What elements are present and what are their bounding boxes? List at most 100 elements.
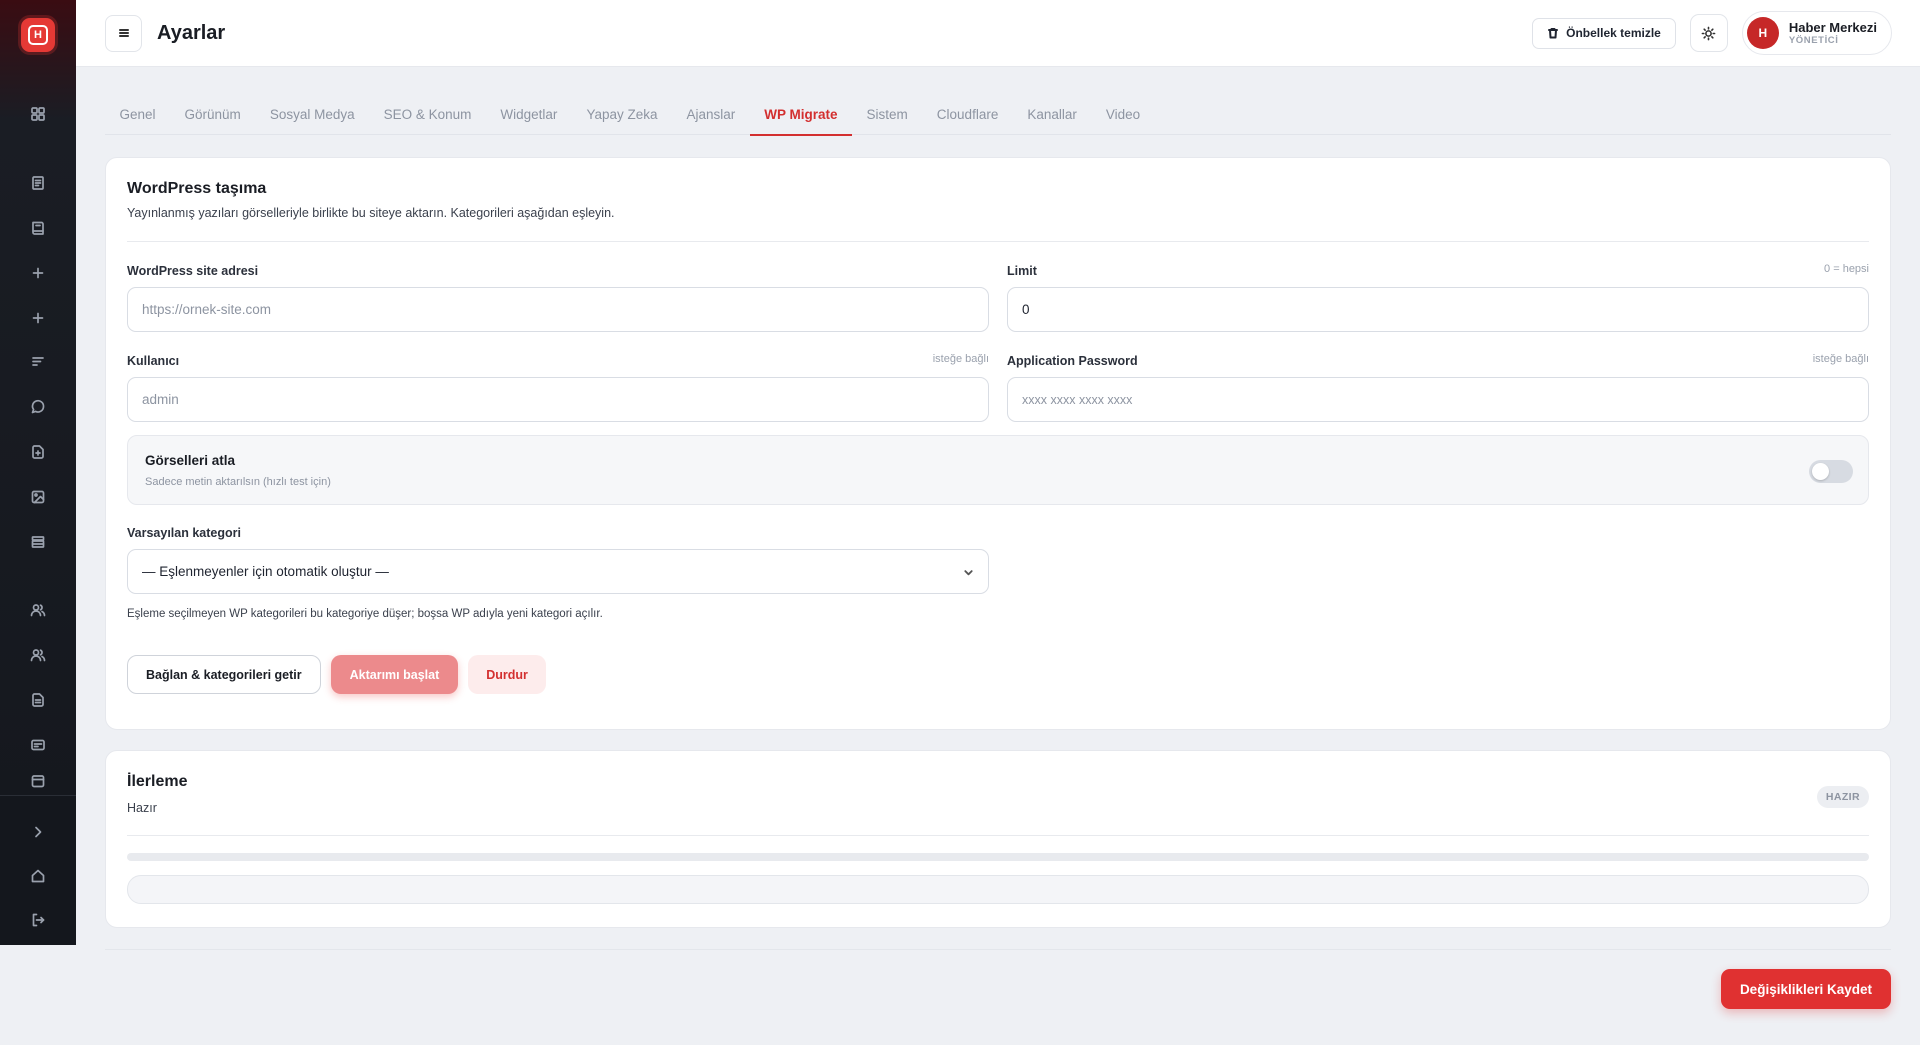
divider [127, 241, 1869, 242]
sidebar-item-pages[interactable] [16, 206, 60, 251]
site-url-input[interactable]: https://ornek-site.com [127, 287, 989, 332]
skip-images-row: Görselleri atla Sadece metin aktarılsın … [127, 435, 1869, 505]
plus-icon [32, 267, 44, 279]
brand-logo-letter: H [28, 25, 48, 45]
app-password-input[interactable]: xxxx xxxx xxxx xxxx [1007, 377, 1869, 422]
user-menu[interactable]: H Haber Merkezi YÖNETİCİ [1741, 11, 1892, 55]
tab-sistem[interactable]: Sistem [852, 94, 922, 135]
app-password-field: Application Password isteğe bağlı xxxx x… [1007, 352, 1869, 422]
sidebar-item-categories[interactable] [16, 340, 60, 385]
home-icon [31, 869, 45, 883]
trash-icon [1548, 28, 1559, 39]
sun-icon [1701, 26, 1716, 40]
tab-ajanslar[interactable]: Ajanslar [672, 94, 750, 135]
calendar-icon [31, 775, 45, 788]
tab-widgetlar[interactable]: Widgetlar [486, 94, 572, 135]
sidebar-item-reports[interactable] [16, 678, 60, 723]
sidebar-home-button[interactable] [16, 854, 60, 898]
list-icon [32, 357, 44, 367]
settings-tabs: Genel Görünüm Sosyal Medya SEO & Konum W… [105, 94, 1891, 136]
chevron-down-icon [964, 570, 973, 576]
default-category-field: Varsayılan kategori — Eşlenmeyenler için… [127, 524, 989, 594]
menu-toggle-button[interactable] [105, 14, 142, 52]
layers-icon [31, 535, 45, 548]
tab-kanallar[interactable]: Kanallar [1013, 94, 1092, 135]
topbar-actions: Önbellek temizle H Haber Merkezi YÖNETİC… [1532, 11, 1892, 55]
divider [127, 835, 1869, 836]
clear-cache-button[interactable]: Önbellek temizle [1532, 17, 1676, 49]
tab-wp-migrate[interactable]: WP Migrate [749, 94, 853, 136]
sidebar-footer [0, 795, 76, 945]
sidebar-item-calendar[interactable] [16, 767, 60, 789]
sidebar-item-comments[interactable] [16, 385, 60, 430]
sidebar-item-layouts[interactable] [16, 519, 60, 564]
card-subtitle: Yayınlanmış yazıları görselleriyle birli… [127, 206, 615, 220]
sidebar-item-ads[interactable] [16, 722, 60, 767]
sidebar-item-users[interactable] [16, 588, 60, 633]
sidebar-item-new-page[interactable] [16, 295, 60, 340]
tab-genel[interactable]: Genel [105, 94, 170, 135]
dashboard-icon [31, 107, 45, 122]
article-icon [32, 176, 44, 191]
progress-title: İlerleme [127, 773, 188, 790]
progress-status-text: Hazır [127, 801, 157, 815]
file-plus-icon [32, 445, 44, 459]
tab-video[interactable]: Video [1091, 94, 1154, 135]
sidebar-logout-button[interactable] [16, 898, 60, 942]
progress-header: İlerleme Hazır [127, 773, 1869, 815]
skip-images-description: Sadece metin aktarılsın (hızlı test için… [145, 476, 331, 488]
user-name: Haber Merkezi [1788, 19, 1877, 35]
sidebar-collapse-button[interactable] [16, 810, 60, 854]
save-changes-button[interactable]: Değişiklikleri Kaydet [1720, 969, 1891, 1009]
id-card-icon [31, 739, 45, 751]
sidebar-nav [16, 92, 60, 789]
tab-seo-konum[interactable]: SEO & Konum [369, 94, 486, 135]
sidebar-item-dashboard[interactable] [16, 92, 60, 137]
sidebar-item-authors[interactable] [16, 633, 60, 678]
stop-button[interactable]: Durdur [468, 655, 546, 694]
card-header: WordPress taşıma Yayınlanmış yazıları gö… [127, 180, 1869, 220]
default-category-value: — Eşlenmeyenler için otomatik oluştur — [142, 564, 389, 579]
toggle-knob [1812, 463, 1829, 480]
topbar: Ayarlar Önbellek temizle H Haber Merkezi… [76, 0, 1920, 67]
default-category-help: Eşleme seçilmeyen WP kategorileri bu kat… [127, 608, 603, 620]
tab-yapay-zeka[interactable]: Yapay Zeka [572, 94, 672, 135]
user-role: YÖNETİCİ [1788, 34, 1839, 46]
tab-sosyal-medya[interactable]: Sosyal Medya [255, 94, 369, 135]
plus-icon [32, 312, 44, 323]
connect-button[interactable]: Bağlan & kategorileri getir [127, 655, 321, 694]
image-icon [31, 490, 45, 504]
limit-input[interactable]: 0 [1007, 287, 1869, 332]
sidebar: H [0, 0, 76, 945]
skip-images-toggle[interactable] [1809, 460, 1853, 483]
status-badge: HAZIR [1816, 786, 1869, 808]
progress-card: İlerleme Hazır HAZIR [105, 750, 1891, 928]
username-input[interactable]: admin [127, 377, 989, 422]
username-field: Kullanıcı isteğe bağlı admin [127, 352, 989, 422]
migration-log [127, 875, 1869, 904]
tab-gorunum[interactable]: Görünüm [170, 94, 255, 135]
sidebar-item-articles[interactable] [16, 161, 60, 206]
app-password-label: Application Password [1007, 354, 1138, 368]
chevron-right-icon [35, 826, 42, 838]
migration-actions: Bağlan & kategorileri getir Aktarımı baş… [127, 655, 546, 694]
hamburger-icon [118, 29, 129, 37]
comment-icon [31, 400, 45, 414]
book-icon [32, 221, 44, 235]
sidebar-item-new-post[interactable] [16, 250, 60, 295]
theme-toggle-button[interactable] [1689, 14, 1728, 52]
username-label: Kullanıcı [127, 354, 180, 368]
default-category-select[interactable]: — Eşlenmeyenler için otomatik oluştur — [127, 549, 989, 594]
footer-divider [105, 949, 1891, 950]
logout-icon [32, 913, 45, 927]
users-icon [30, 604, 46, 617]
wp-migration-card: WordPress taşıma Yayınlanmış yazıları gö… [105, 157, 1891, 730]
limit-hint: 0 = hepsi [1824, 263, 1869, 275]
start-migration-button[interactable]: Aktarımı başlat [330, 655, 459, 694]
tab-cloudflare[interactable]: Cloudflare [922, 94, 1013, 135]
brand-logo[interactable]: H [21, 18, 55, 52]
sidebar-item-new-document[interactable] [16, 430, 60, 475]
progress-bar [127, 853, 1869, 861]
sidebar-item-media[interactable] [16, 474, 60, 519]
limit-label: Limit [1007, 264, 1037, 278]
